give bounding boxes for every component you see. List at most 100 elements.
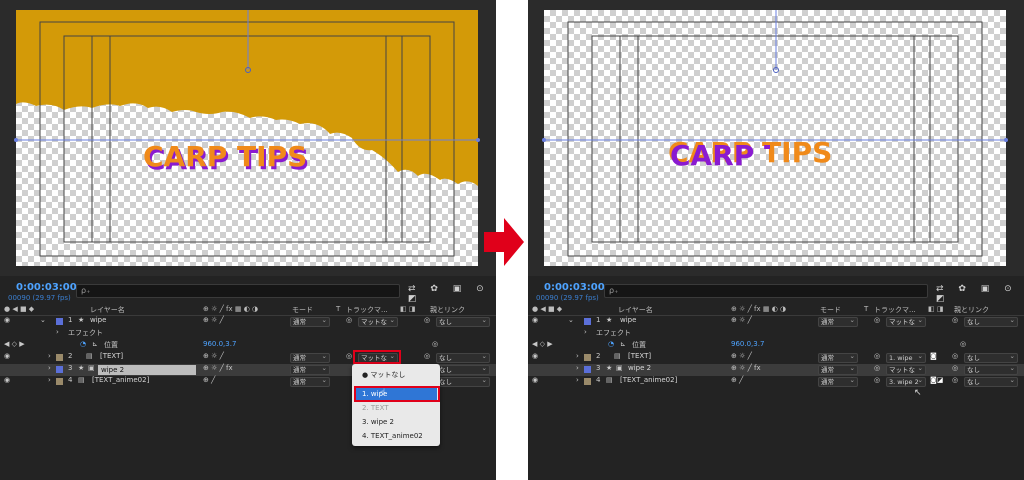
mode-dropdown[interactable]: 通常 xyxy=(290,364,330,375)
eye-icon[interactable]: ◉ xyxy=(4,352,10,360)
layer-row[interactable]: ◉ › 2 ▤ [TEXT] ⊕ ☼ ╱ 通常 ◎ マットな ◎ なし xyxy=(0,352,496,364)
timeline-tool-icons[interactable]: ⇄ ✿ ▣ ⊙ ◩ xyxy=(936,284,1024,304)
mode-dropdown[interactable]: 通常 xyxy=(818,364,858,375)
col-track-matte[interactable]: トラックマ... xyxy=(346,305,388,315)
timeline-tool-icons[interactable]: ⇄ ✿ ▣ ⊙ ◩ xyxy=(408,284,496,304)
position-row[interactable]: ◀ ◇ ▶ ◔ ⊾ 位置 960.0,3.7 ◎ xyxy=(528,340,1024,352)
mode-dropdown[interactable]: 通常 xyxy=(290,352,330,363)
parent-dropdown[interactable]: なし xyxy=(436,316,490,327)
col-layer-name[interactable]: レイヤー名 xyxy=(618,305,653,315)
parent-dropdown[interactable]: なし xyxy=(436,352,490,363)
layer-name[interactable]: [TEXT_anime02] xyxy=(620,376,677,384)
expand-icon[interactable]: ⌄ xyxy=(40,316,46,324)
eye-icon[interactable]: ◉ xyxy=(532,352,538,360)
keyframe-nav-icon[interactable]: ◀ ◇ ▶ xyxy=(532,340,553,348)
parent-link-icon: ◎ xyxy=(952,376,959,384)
mode-dropdown[interactable]: 通常 xyxy=(290,376,330,387)
menu-item-text-anime02[interactable]: 4. TEXT_anime02 xyxy=(362,432,423,440)
parent-dropdown[interactable]: なし xyxy=(964,364,1018,375)
label-color[interactable] xyxy=(56,366,63,373)
label-color[interactable] xyxy=(584,366,591,373)
parent-dropdown[interactable]: なし xyxy=(964,316,1018,327)
stopwatch-icon[interactable]: ◔ xyxy=(80,340,86,348)
keyframe-nav-icon[interactable]: ◀ ◇ ▶ xyxy=(4,340,25,348)
eye-icon[interactable]: ◉ xyxy=(532,316,538,324)
col-mode[interactable]: モード xyxy=(820,305,841,315)
layer-name[interactable]: [TEXT] xyxy=(628,352,651,360)
layer-name[interactable]: wipe xyxy=(620,316,636,324)
comp-icon: ▤ xyxy=(86,352,93,360)
position-value[interactable]: 960.0,3.7 xyxy=(731,340,764,348)
effect-row[interactable]: › エフェクト xyxy=(528,328,1024,340)
parent-dropdown[interactable]: なし xyxy=(964,376,1018,387)
effect-row[interactable]: › エフェクト xyxy=(0,328,496,340)
layer-row[interactable]: ◉ ⌄ 1 ★ wipe ⊕ ☼ ╱ 通常 ◎ マットな ◎ なし xyxy=(528,316,1024,328)
col-parent[interactable]: 親とリンク xyxy=(430,305,465,315)
col-mode[interactable]: モード xyxy=(292,305,313,315)
switch-icons: ⊕ ╱ xyxy=(731,376,744,384)
mode-dropdown[interactable]: 通常 xyxy=(818,376,858,387)
menu-item-no-matte[interactable]: ● マットなし xyxy=(362,370,405,380)
mode-dropdown[interactable]: 通常 xyxy=(818,316,858,327)
track-matte-dropdown[interactable]: 1. wipe xyxy=(886,352,926,363)
expand-icon[interactable]: ⌄ xyxy=(568,316,574,324)
timecode[interactable]: 0:00:03:00 xyxy=(544,282,605,293)
label-color[interactable] xyxy=(584,378,591,385)
eye-icon[interactable]: ◉ xyxy=(532,376,538,384)
expand-icon[interactable]: › xyxy=(576,352,579,360)
comp-overlay: CARP TIPS CARP TIPS xyxy=(14,10,480,257)
expand-icon[interactable]: › xyxy=(48,364,51,372)
expand-icon[interactable]: › xyxy=(576,364,579,372)
composition-viewer[interactable]: CARP TIPS CARP TIPS xyxy=(0,0,496,276)
comp-icon: ▤ xyxy=(614,352,621,360)
track-matte-dropdown[interactable]: マットな xyxy=(886,316,926,327)
eye-icon[interactable]: ◉ xyxy=(4,316,10,324)
track-matte-menu[interactable]: ● マットなし 1. wipe 2. TEXT 3. wipe 2 4. TEX… xyxy=(352,364,440,446)
expand-icon[interactable]: › xyxy=(48,352,51,360)
position-value[interactable]: 960.0,3.7 xyxy=(203,340,236,348)
label-color[interactable] xyxy=(56,378,63,385)
label-color[interactable] xyxy=(584,354,591,361)
parent-dropdown[interactable]: なし xyxy=(436,376,490,387)
eye-icon[interactable]: ◉ xyxy=(4,376,10,384)
matte-luma-icon[interactable]: ◙◪ xyxy=(930,376,943,384)
track-matte-dropdown[interactable]: マットな xyxy=(358,316,398,327)
parent-dropdown[interactable]: なし xyxy=(436,364,490,375)
layer-search-input[interactable]: ρ₊ xyxy=(604,284,928,298)
track-matte-dropdown[interactable]: マットな xyxy=(886,364,926,375)
label-color[interactable] xyxy=(56,318,63,325)
position-row[interactable]: ◀ ◇ ▶ ◔ ⊾ 位置 960.0,3.7 ◎ xyxy=(0,340,496,352)
expand-icon[interactable]: › xyxy=(584,328,587,336)
layer-row[interactable]: ◉ ⌄ 1 ★ wipe ⊕ ☼ ╱ 通常 ◎ マットな ◎ なし xyxy=(0,316,496,328)
switch-icons: ⊕ ☼ ╱ xyxy=(731,352,752,360)
label-color[interactable] xyxy=(56,354,63,361)
stopwatch-icon[interactable]: ◔ xyxy=(608,340,614,348)
layer-name[interactable]: wipe 2 xyxy=(628,364,651,372)
timecode[interactable]: 0:00:03:00 xyxy=(16,282,77,293)
matte-alpha-icon[interactable]: ◙ xyxy=(930,352,937,360)
expand-icon[interactable]: › xyxy=(56,328,59,336)
label-color[interactable] xyxy=(584,318,591,325)
parent-dropdown[interactable]: なし xyxy=(964,352,1018,363)
col-layer-name[interactable]: レイヤー名 xyxy=(90,305,125,315)
expand-icon[interactable]: › xyxy=(48,376,51,384)
menu-item-wipe2[interactable]: 3. wipe 2 xyxy=(362,418,394,426)
layer-name[interactable]: wipe xyxy=(90,316,106,324)
layer-row[interactable]: › 3 ★ ▣ wipe 2 ⊕ ☼ ╱ fx 通常 ◎ マットな ◎ なし xyxy=(528,364,1024,376)
layer-name[interactable]: [TEXT_anime02] xyxy=(92,376,149,384)
link-icon: ◎ xyxy=(960,340,967,348)
layer-row[interactable]: ◉ › 2 ▤ [TEXT] ⊕ ☼ ╱ 通常 ◎ 1. wipe ◙ ◎ なし xyxy=(528,352,1024,364)
col-track-matte[interactable]: トラックマ... xyxy=(874,305,916,315)
layer-search-input[interactable]: ρ₊ xyxy=(76,284,400,298)
expand-icon[interactable]: › xyxy=(576,376,579,384)
layer-row[interactable]: ◉ › 4 ▤ [TEXT_anime02] ⊕ ╱ 通常 ◎ 3. wipe … xyxy=(528,376,1024,388)
mode-dropdown[interactable]: 通常 xyxy=(290,316,330,327)
layer-name-edit[interactable]: wipe 2 xyxy=(98,365,196,375)
switch-icons: ⊕ ☼ ╱ xyxy=(203,316,224,324)
composition-viewer[interactable]: CARP TIPS CARP TIPS xyxy=(528,0,1024,276)
mode-dropdown[interactable]: 通常 xyxy=(818,352,858,363)
layer-name[interactable]: [TEXT] xyxy=(100,352,123,360)
track-matte-dropdown[interactable]: 3. wipe 2 xyxy=(886,376,926,387)
layer-number: 1 xyxy=(68,316,73,324)
col-parent[interactable]: 親とリンク xyxy=(954,305,989,315)
